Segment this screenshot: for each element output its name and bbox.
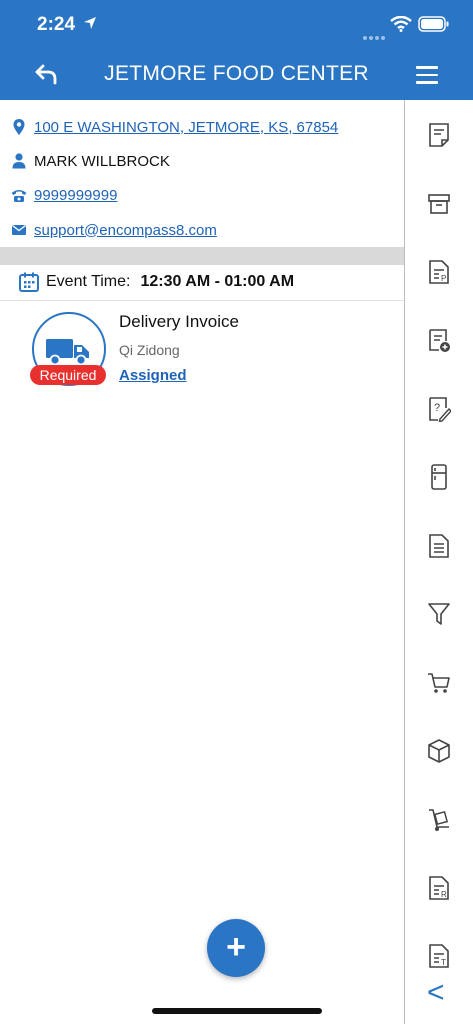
main-content: 100 E WASHINGTON, JETMORE, KS, 67854 MAR… xyxy=(0,100,404,1024)
phone-row: 9999999999 xyxy=(10,183,117,207)
collapse-toolbar-button[interactable]: < xyxy=(427,976,445,1010)
svg-text:?: ? xyxy=(434,402,440,414)
event-time-label: Event Time: xyxy=(46,273,131,290)
task-title: Delivery Invoice xyxy=(119,312,239,331)
envelope-icon xyxy=(12,224,26,235)
note-add-icon[interactable] xyxy=(427,328,451,354)
person-icon xyxy=(12,153,26,169)
battery-icon xyxy=(418,16,449,32)
note-icon[interactable] xyxy=(427,122,451,148)
task-item[interactable]: Required Delivery Invoice Qi Zidong Assi… xyxy=(0,310,404,390)
back-arrow-icon[interactable] xyxy=(34,62,58,86)
header-bar: 2:24 JETMORE FOOD CENTER xyxy=(0,0,473,100)
delivery-truck-icon xyxy=(46,339,89,366)
document-t-icon[interactable]: T xyxy=(427,943,451,969)
add-button[interactable]: + xyxy=(207,919,265,977)
svg-text:R: R xyxy=(441,890,447,899)
address-link[interactable]: 100 E WASHINGTON, JETMORE, KS, 67854 xyxy=(34,119,338,136)
map-pin-icon xyxy=(13,119,25,135)
event-time-value: 12:30 AM - 01:00 AM xyxy=(140,273,295,290)
location-arrow-icon xyxy=(84,17,96,29)
contact-name: MARK WILLBROCK xyxy=(34,152,170,170)
event-time-row: Event Time: 12:30 AM - 01:00 AM xyxy=(18,270,294,294)
email-row: support@encompass8.com xyxy=(10,218,217,242)
status-bar: 2:24 xyxy=(0,0,473,50)
contact-row: MARK WILLBROCK xyxy=(10,149,170,173)
document-r-icon[interactable]: R xyxy=(427,875,451,901)
menu-icon[interactable] xyxy=(416,66,438,84)
address-row: 100 E WASHINGTON, JETMORE, KS, 67854 xyxy=(10,115,338,139)
archive-icon[interactable] xyxy=(427,191,451,217)
phone-icon xyxy=(11,190,27,202)
filter-icon[interactable] xyxy=(427,601,451,627)
side-toolbar: P ? R T < xyxy=(404,100,473,1024)
cart-icon[interactable] xyxy=(427,670,451,696)
home-indicator xyxy=(152,1008,322,1014)
email-link[interactable]: support@encompass8.com xyxy=(34,222,217,239)
svg-text:T: T xyxy=(441,958,446,967)
required-badge: Required xyxy=(30,365,106,385)
page-title: JETMORE FOOD CENTER xyxy=(104,62,369,85)
hand-truck-icon[interactable] xyxy=(427,807,451,833)
section-divider xyxy=(0,247,404,265)
status-time: 2:24 xyxy=(37,14,76,35)
task-assignee: Qi Zidong xyxy=(119,342,180,358)
document-lines-icon[interactable] xyxy=(427,533,451,559)
svg-text:P: P xyxy=(441,274,446,283)
box-icon[interactable] xyxy=(427,738,451,764)
document-p-icon[interactable]: P xyxy=(427,259,451,285)
calendar-icon xyxy=(19,272,39,292)
event-separator xyxy=(0,300,404,301)
wifi-icon xyxy=(390,16,412,32)
signal-icon xyxy=(363,27,387,45)
fridge-icon[interactable] xyxy=(427,464,451,490)
question-edit-icon[interactable]: ? xyxy=(427,396,451,422)
phone-link[interactable]: 9999999999 xyxy=(34,187,117,204)
task-status-link[interactable]: Assigned xyxy=(119,367,187,384)
